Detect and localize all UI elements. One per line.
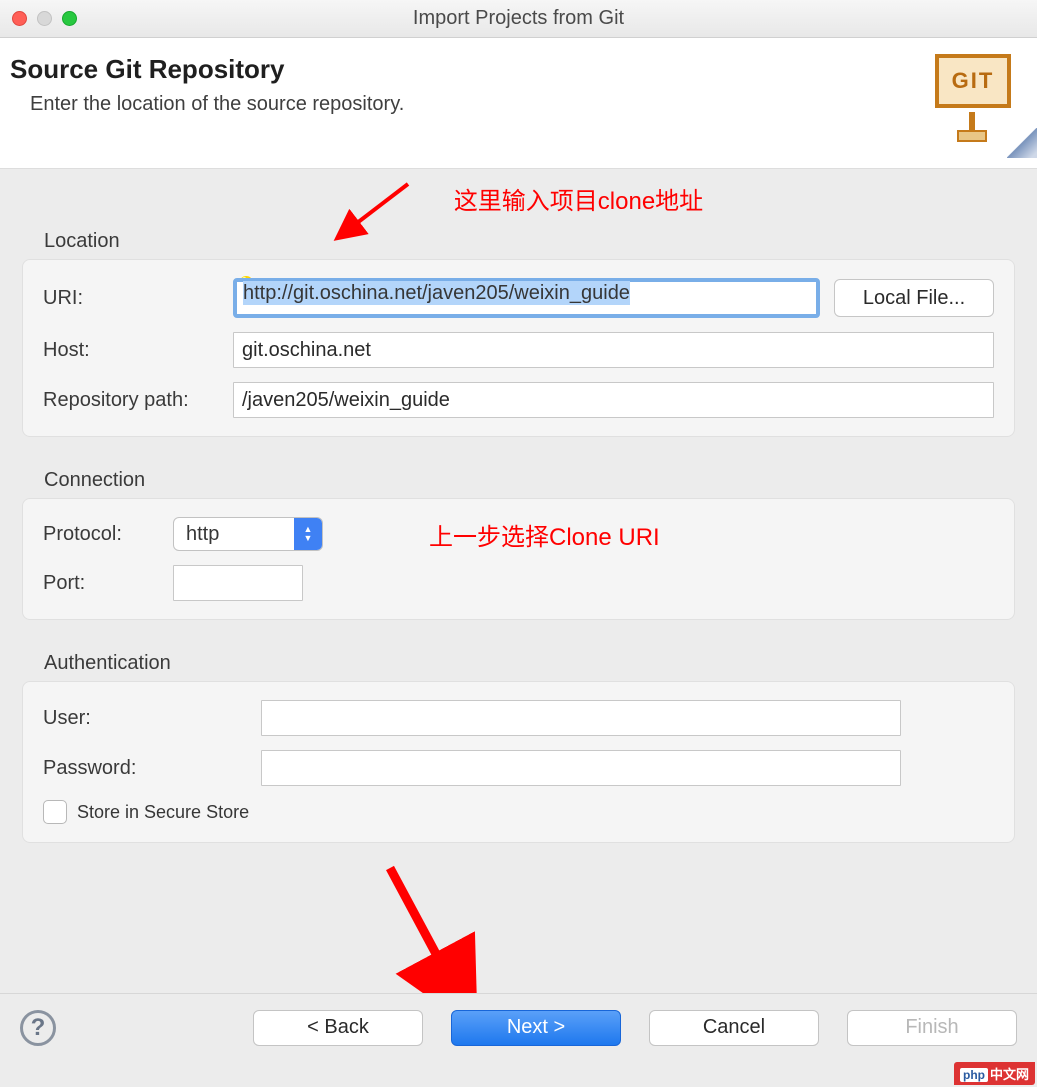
wizard-content: 这里输入项目clone地址 Location 💡 URI: http://git… [0,169,1037,843]
port-input[interactable] [173,565,303,601]
protocol-select[interactable]: http ▲▼ [173,517,323,551]
uri-input[interactable]: http://git.oschina.net/javen205/weixin_g… [233,278,820,318]
page-subtitle: Enter the location of the source reposit… [10,93,404,116]
authentication-section-label: Authentication [22,642,1015,681]
cancel-button[interactable]: Cancel [649,1010,819,1046]
annotation-clone-url: 这里输入项目clone地址 [22,169,1015,220]
connection-group: 上一步选择Clone URI Protocol: http ▲▼ Port: [22,498,1015,620]
finish-button: Finish [847,1010,1017,1046]
help-icon[interactable]: ? [20,1010,56,1046]
authentication-group: User: Password: Store in Secure Store [22,681,1015,843]
store-secure-checkbox[interactable] [43,800,67,824]
host-input[interactable] [233,332,994,368]
wizard-footer: ? < Back Next > Cancel Finish [0,993,1037,1061]
host-label: Host: [43,339,223,362]
next-button[interactable]: Next > [451,1010,621,1046]
store-secure-label: Store in Secure Store [77,802,249,823]
annotation-clone-uri: 上一步选择Clone URI [429,517,660,552]
protocol-label: Protocol: [43,523,163,546]
location-section-label: Location [22,220,1015,259]
local-file-button[interactable]: Local File... [834,279,994,317]
page-title: Source Git Repository [10,54,404,85]
window-title: Import Projects from Git [0,7,1037,30]
connection-section-label: Connection [22,459,1015,498]
back-button[interactable]: < Back [253,1010,423,1046]
watermark: php中文网 [954,1062,1035,1085]
repo-path-label: Repository path: [43,389,223,412]
chevron-up-down-icon: ▲▼ [294,518,322,550]
password-input[interactable] [261,750,901,786]
location-group: 💡 URI: http://git.oschina.net/javen205/w… [22,259,1015,437]
repo-path-input[interactable] [233,382,994,418]
user-input[interactable] [261,700,901,736]
user-label: User: [43,707,143,730]
corner-fold-icon [1007,128,1037,158]
wizard-header: Source Git Repository Enter the location… [0,38,1037,169]
port-label: Port: [43,572,163,595]
titlebar: Import Projects from Git [0,0,1037,38]
password-label: Password: [43,757,143,780]
uri-label: URI: [43,287,223,310]
